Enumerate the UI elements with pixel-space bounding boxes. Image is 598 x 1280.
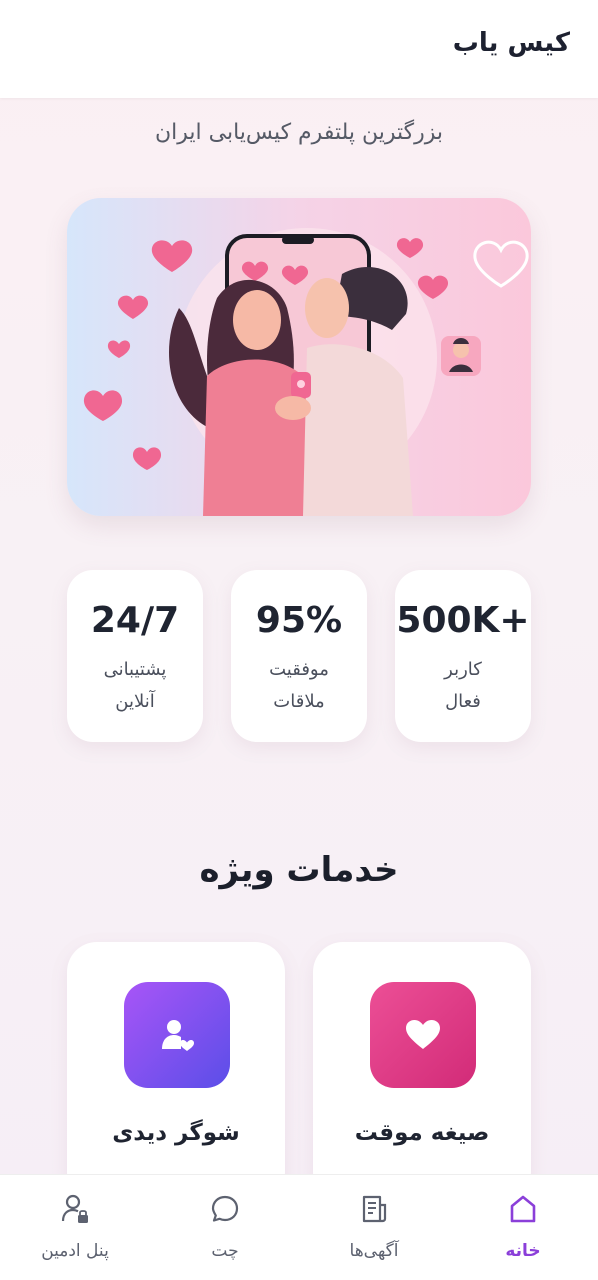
stat-label-line2: فعال: [445, 691, 481, 712]
service-card-sugar-daddy[interactable]: شوگر دیدی: [67, 942, 285, 1202]
service-card-temporary-marriage[interactable]: صیغه موقت: [313, 942, 531, 1202]
stat-label-line2: آنلاین: [115, 691, 155, 712]
app-bar: کیس یاب: [0, 0, 598, 98]
home-icon: [510, 1195, 536, 1223]
stat-label-line1: کاربر: [444, 659, 482, 680]
tagline: بزرگترین پلتفرم کیس‌یابی ایران: [154, 120, 443, 145]
nav-item-home[interactable]: خانه: [448, 1175, 598, 1280]
stat-card-success-rate: 95% موفقیت ملاقات: [231, 570, 367, 742]
stat-value: 95%: [255, 600, 343, 641]
nav-label: خانه: [505, 1241, 541, 1261]
service-label: شوگر دیدی: [112, 1120, 240, 1146]
nav-item-admin-panel[interactable]: پنل ادمین: [0, 1175, 150, 1280]
nav-item-listings[interactable]: آگهی‌ها: [299, 1175, 449, 1280]
app-title: کیس یاب: [452, 28, 570, 58]
admin-user-icon: [61, 1194, 88, 1223]
stat-value: 500K+: [396, 600, 530, 641]
heart-icon: [370, 982, 476, 1088]
nav-item-chat[interactable]: چت: [150, 1175, 300, 1280]
section-title-services: خدمات ویژه: [199, 850, 399, 890]
chat-icon: [211, 1195, 239, 1222]
stat-value: 24/7: [90, 600, 180, 641]
stat-label: موفقیت ملاقات: [231, 654, 367, 718]
stat-label: پشتیبانی آنلاین: [67, 654, 203, 718]
listing-icon: [362, 1195, 387, 1223]
bottom-nav: خانه آگهی‌ها چت پنل ادمین: [0, 1174, 598, 1280]
stats-row: 500K+ کاربر فعال 95% موفقیت ملاقات 24/7 …: [67, 570, 531, 742]
stat-label: کاربر فعال: [395, 654, 531, 718]
stat-label-line1: موفقیت: [269, 659, 329, 680]
hero-banner: [67, 198, 531, 516]
stat-card-active-users: 500K+ کاربر فعال: [395, 570, 531, 742]
nav-label: پنل ادمین: [41, 1241, 109, 1261]
stat-card-support: 24/7 پشتیبانی آنلاین: [67, 570, 203, 742]
hero-illustration: [83, 228, 529, 516]
stat-label-line1: پشتیبانی: [103, 659, 167, 680]
stat-label-line2: ملاقات: [273, 691, 325, 712]
nav-label: آگهی‌ها: [349, 1241, 399, 1261]
nav-label: چت: [211, 1241, 239, 1261]
user-heart-icon: [124, 982, 230, 1088]
service-label: صیغه موقت: [354, 1120, 490, 1146]
